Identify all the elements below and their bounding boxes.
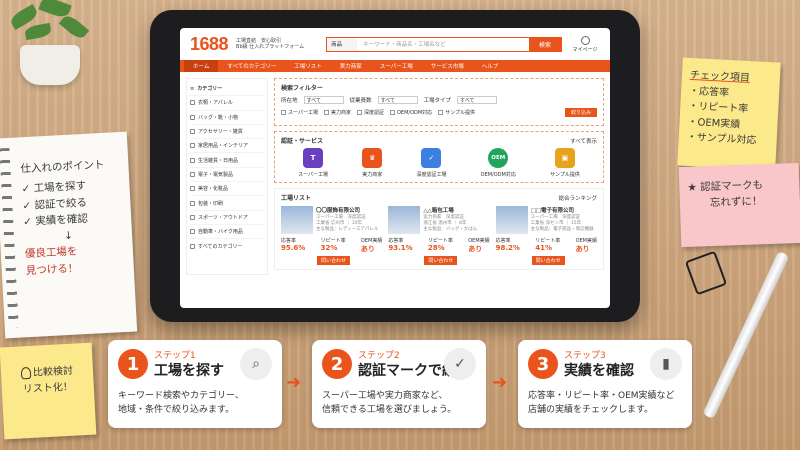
reminder-note: ★ 認証マークも 忘れずに！ (678, 162, 800, 248)
inquiry-button[interactable]: 問い合わせ (317, 256, 351, 265)
search-input[interactable]: キーワード・商品名・工場名など (357, 38, 529, 51)
employee-select[interactable]: すべて (377, 96, 418, 104)
notebook-rings (0, 147, 19, 329)
nav-service-market[interactable]: サービス市場 (422, 60, 473, 72)
certification-panel: 認証・サービス すべて表示 T スーパー工場 ♛ 実力商家 ✓ 深度認証工場 OEM O… (274, 131, 604, 183)
binder-clip (684, 250, 728, 296)
oem-icon: OEM (488, 148, 509, 168)
check-deep-cert[interactable]: 深度認証 (356, 109, 384, 116)
check-super-factory[interactable]: スーパー工場 (281, 109, 318, 116)
sidebar-item[interactable]: 自動車・バイク用品 (190, 225, 264, 240)
search-filter-panel: 検索フィルター 所在地 すべて 従業員数 すべて 工場タイプ すべて スーパー工… (274, 78, 604, 126)
search-bar: 商品 キーワード・商品名・工場名など 検索 (326, 36, 562, 52)
factory-image (281, 206, 313, 234)
site-header: 1688 工場直結 安心取引 Bb級 仕入れプラットフォーム 商品 キーワード・… (180, 28, 610, 60)
sidebar-item[interactable]: スポーツ・アウトドア (190, 211, 264, 225)
filter-apply-button[interactable]: 絞り込み (564, 108, 597, 117)
super-factory-icon: T (303, 148, 324, 168)
sidebar-item[interactable]: アクセサリー・雑貨 (190, 125, 264, 140)
cert-title: 認証・サービス (281, 138, 324, 145)
factory-card[interactable]: △△箱包工場 実力商家 深度認証 浙江省 温州市 ｜ 8年 主な製品：バッグ・か… (388, 206, 490, 265)
nav-super-factory[interactable]: スーパー工場 (371, 60, 422, 72)
sidebar-item[interactable]: 衣類・アパレル (190, 96, 264, 111)
compare-note: 比較検討 リスト化！ (0, 342, 97, 440)
notebook-title: 仕入れのポイント (20, 158, 105, 176)
nav-all-categories[interactable]: すべてのカテゴリー (218, 60, 285, 72)
sort-select[interactable]: 総合ランキング (559, 194, 597, 202)
sidebar-item[interactable]: 電子・電気製品 (190, 168, 264, 183)
badge-sample[interactable]: ▣ サンプル提供 (550, 148, 580, 178)
sidebar-all-link[interactable]: すべてのカテゴリー (190, 239, 264, 253)
inquiry-button[interactable]: 問い合わせ (424, 256, 458, 265)
cert-more-link[interactable]: すべて表示 (570, 137, 597, 145)
mypage-link[interactable]: マイページ (570, 35, 600, 53)
sidebar-item[interactable]: 包装・印刷 (190, 196, 264, 211)
nav-strong-merchants[interactable]: 実力商家 (331, 60, 371, 72)
badge-oem[interactable]: OEM OEM/ODM対応 (481, 148, 516, 178)
step-card-2: 2 ステップ2 認証マークで絞る ✓ スーパー工場や実力商家など、 信頼できる工場… (312, 340, 486, 428)
nav-factory-list[interactable]: 工場リスト (285, 60, 331, 72)
factory-type-select[interactable]: すべて (457, 96, 498, 104)
check-oem[interactable]: OEM/ODM対応 (389, 109, 432, 116)
filter-title: 検索フィルター (281, 85, 323, 92)
crown-icon: ♛ (362, 148, 383, 168)
search-button[interactable]: 検索 (529, 37, 561, 51)
sidebar-item[interactable]: 生活雑貨・日用品 (190, 153, 264, 168)
category-sidebar: ≡ カテゴリー 衣類・アパレル バッグ・靴・小物 アクセサリー・雑貨 家居用品・イ… (186, 78, 268, 275)
arrow-right-icon: ➜ (492, 372, 508, 393)
tablet: 1688 工場直結 安心取引 Bb級 仕入れプラットフォーム 商品 キーワード・… (150, 10, 640, 322)
factory-image (495, 206, 528, 234)
check-strong-merchant[interactable]: 実力商家 (323, 109, 351, 116)
shield-check-icon: ✓ (444, 348, 476, 380)
sidebar-item[interactable]: バッグ・靴・小物 (190, 111, 264, 125)
sidebar-item[interactable]: 家居用品・インテリア (190, 139, 264, 154)
site-logo[interactable]: 1688 (190, 34, 229, 55)
nav-home[interactable]: ホーム (184, 60, 219, 72)
notebook: 仕入れのポイント ✓ 工場を探す ✓ 認証で絞る ✓ 実績を確認 ↓ 優良工場を… (0, 131, 138, 339)
step-card-3: 3 ステップ3 実績を確認 ▮ 応答率・リピート率・OEM実績など 店舗の実績をチ… (518, 340, 692, 428)
sidebar-title: ≡ カテゴリー (190, 82, 264, 97)
factory-card[interactable]: 〇〇服飾有限公司 スーパー工場 深度認証 工業省 広州市 ｜ 10年 主な製品：… (281, 206, 382, 265)
search-icon: ⌕ (240, 348, 272, 380)
site-tagline: 工場直結 安心取引 Bb級 仕入れプラットフォーム (236, 37, 305, 51)
sidebar-item[interactable]: 美容・化粧品 (190, 182, 264, 197)
factory-list-title: 工場リスト (281, 195, 312, 202)
lightbulb-icon (20, 366, 32, 380)
check-sample[interactable]: サンプル提供 (438, 109, 475, 116)
factory-image (388, 206, 421, 234)
shield-check-icon: ✓ (421, 148, 442, 168)
inquiry-button[interactable]: 問い合わせ (531, 256, 565, 265)
factory-list-panel: 工場リスト 総合ランキング 〇〇服飾有限公司 スーパー工場 深度認証 工業省 広… (274, 188, 604, 270)
search-category-select[interactable]: 商品 (327, 37, 358, 51)
checklist-note: チェック項目 ・応答率 ・リピート率 ・OEM実績 ・サンプル対応 (677, 57, 781, 171)
nav-help[interactable]: ヘルプ (473, 60, 508, 72)
badge-deep-cert[interactable]: ✓ 深度認証工場 (416, 148, 446, 178)
step-card-1: 1 ステップ1 工場を探す ⌕ キーワード検索やカテゴリー、 地域・条件で絞り込み… (108, 340, 282, 428)
arrow-right-icon: ➜ (286, 372, 302, 393)
potted-plant (0, 0, 110, 90)
factory-card[interactable]: □□電子有限公司 スーパー工場 深度認証 工業省 深セン市 ｜ 15年 主な製品… (495, 206, 597, 265)
badge-super-factory[interactable]: T スーパー工場 (298, 148, 328, 178)
box-icon: ▣ (554, 148, 575, 168)
bar-chart-icon: ▮ (650, 348, 682, 380)
tablet-screen: 1688 工場直結 安心取引 Bb級 仕入れプラットフォーム 商品 キーワード・… (180, 28, 610, 308)
user-icon (580, 35, 590, 45)
main-nav: ホーム すべてのカテゴリー 工場リスト 実力商家 スーパー工場 サービス市場 ヘ… (180, 60, 610, 72)
location-select[interactable]: すべて (303, 96, 344, 104)
badge-strong-merchant[interactable]: ♛ 実力商家 (362, 148, 382, 178)
